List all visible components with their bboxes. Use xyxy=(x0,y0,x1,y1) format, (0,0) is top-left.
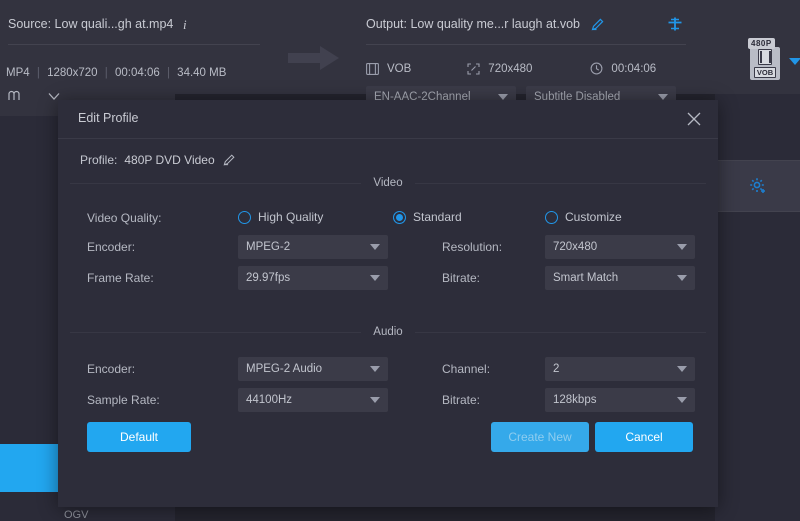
audio-encoder-label: Encoder: xyxy=(87,362,135,376)
audio-bitrate-value: 128kbps xyxy=(553,394,596,406)
info-icon[interactable]: i xyxy=(183,17,187,33)
trim-icon[interactable] xyxy=(8,90,22,102)
audio-channel-label: Channel: xyxy=(442,362,490,376)
video-bitrate-select[interactable]: Smart Match xyxy=(545,266,695,290)
chevron-down-icon xyxy=(370,244,380,250)
clock-icon xyxy=(590,62,603,75)
chevron-down-icon xyxy=(677,275,687,281)
source-title: Source: Low quali...gh at.mp4 xyxy=(8,17,173,31)
radio-high-quality[interactable]: High Quality xyxy=(238,210,323,224)
dialog-title: Edit Profile xyxy=(78,111,138,125)
video-framerate-value: 29.97fps xyxy=(246,272,290,284)
audio-section-heading: Audio xyxy=(70,325,706,339)
output-duration-chunk: 00:04:06 xyxy=(590,62,656,75)
video-encoder-label: Encoder: xyxy=(87,240,135,254)
output-title: Output: Low quality me...r laugh at.vob xyxy=(366,17,580,31)
source-size: 34.40 MB xyxy=(177,67,226,79)
radio-label-high-quality: High Quality xyxy=(258,210,323,224)
audio-channel-select[interactable]: 2 xyxy=(545,357,695,381)
meta-separator: | xyxy=(37,67,40,79)
cancel-button[interactable]: Cancel xyxy=(595,422,693,452)
chevron-down-icon xyxy=(677,244,687,250)
format-list-item-ogv[interactable]: OGV xyxy=(64,509,88,521)
resize-icon xyxy=(467,63,480,75)
format-dropdown-caret-icon[interactable] xyxy=(789,58,800,65)
audio-samplerate-value: 44100Hz xyxy=(246,394,292,406)
radio-indicator-customize xyxy=(545,211,558,224)
audio-channel-value: 2 xyxy=(553,363,559,375)
conversion-arrow-icon xyxy=(288,45,340,71)
output-format: VOB xyxy=(387,63,411,75)
video-framerate-label: Frame Rate: xyxy=(87,271,154,285)
output-format-badge[interactable]: 480P VOB xyxy=(748,38,782,80)
video-encoder-value: MPEG-2 xyxy=(246,241,290,253)
chevron-down-icon xyxy=(370,275,380,281)
audio-bitrate-label: Bitrate: xyxy=(442,393,480,407)
merge-icon[interactable] xyxy=(667,16,683,32)
radio-indicator-standard xyxy=(393,211,406,224)
conversion-header-bar xyxy=(0,0,800,94)
gear-plus-icon xyxy=(748,176,768,196)
radio-label-customize: Customize xyxy=(565,210,622,224)
output-metadata: VOB 720x480 00:04:06 xyxy=(366,62,656,75)
dialog-header: Edit Profile xyxy=(58,100,718,139)
profile-label: Profile: xyxy=(80,153,117,167)
close-icon xyxy=(685,110,703,128)
film-icon xyxy=(366,63,379,75)
video-quality-label: Video Quality: xyxy=(87,211,162,225)
output-duration: 00:04:06 xyxy=(611,63,656,75)
video-section-heading: Video xyxy=(70,176,706,190)
badge-quality-label: 480P xyxy=(748,38,775,49)
output-rename-pencil-icon[interactable] xyxy=(590,16,606,32)
audio-samplerate-select[interactable]: 44100Hz xyxy=(238,388,388,412)
chevron-down-icon xyxy=(677,366,687,372)
video-bitrate-label: Bitrate: xyxy=(442,271,480,285)
film-icon xyxy=(758,49,772,65)
audio-bitrate-select[interactable]: 128kbps xyxy=(545,388,695,412)
source-duration: 00:04:06 xyxy=(115,67,160,79)
audio-encoder-value: MPEG-2 Audio xyxy=(246,363,322,375)
chevron-down-icon xyxy=(370,366,380,372)
close-button[interactable] xyxy=(682,107,706,131)
radio-standard[interactable]: Standard xyxy=(393,210,462,224)
video-section-label: Video xyxy=(361,177,414,189)
meta-separator: | xyxy=(105,67,108,79)
radio-label-standard: Standard xyxy=(413,210,462,224)
video-encoder-select[interactable]: MPEG-2 xyxy=(238,235,388,259)
create-new-button[interactable]: Create New xyxy=(491,422,589,452)
output-resolution-chunk: 720x480 xyxy=(467,63,532,75)
chevron-down-icon xyxy=(370,397,380,403)
source-divider xyxy=(8,44,260,45)
video-bitrate-value: Smart Match xyxy=(553,272,618,284)
source-resolution: 1280x720 xyxy=(47,67,98,79)
application-window: Source: Low quali...gh at.mp4 i MP4 | 12… xyxy=(0,0,800,521)
video-resolution-label: Resolution: xyxy=(442,240,502,254)
audio-encoder-select[interactable]: MPEG-2 Audio xyxy=(238,357,388,381)
output-format-chunk: VOB xyxy=(366,63,411,75)
chevron-down-icon xyxy=(677,397,687,403)
radio-indicator-high-quality xyxy=(238,211,251,224)
meta-separator: | xyxy=(167,67,170,79)
profile-rename-pencil-icon[interactable] xyxy=(222,152,237,167)
right-rail xyxy=(715,94,800,521)
profile-row: Profile: 480P DVD Video xyxy=(80,152,237,167)
video-resolution-select[interactable]: 720x480 xyxy=(545,235,695,259)
badge-box: VOB xyxy=(750,47,780,80)
output-resolution: 720x480 xyxy=(488,63,532,75)
source-format: MP4 xyxy=(6,67,30,79)
settings-cell[interactable] xyxy=(715,160,800,212)
output-divider xyxy=(366,44,686,45)
radio-customize[interactable]: Customize xyxy=(545,210,622,224)
queue-thumbnail[interactable] xyxy=(0,444,60,492)
source-metadata: MP4 | 1280x720 | 00:04:06 | 34.40 MB xyxy=(6,67,226,79)
profile-name: 480P DVD Video xyxy=(124,153,214,167)
badge-format-label: VOB xyxy=(754,67,776,78)
default-button[interactable]: Default xyxy=(87,422,191,452)
edit-profile-dialog: Edit Profile Profile: 480P DVD Video xyxy=(58,100,718,507)
video-resolution-value: 720x480 xyxy=(553,241,597,253)
audio-samplerate-label: Sample Rate: xyxy=(87,393,160,407)
audio-section-label: Audio xyxy=(361,326,414,338)
video-framerate-select[interactable]: 29.97fps xyxy=(238,266,388,290)
